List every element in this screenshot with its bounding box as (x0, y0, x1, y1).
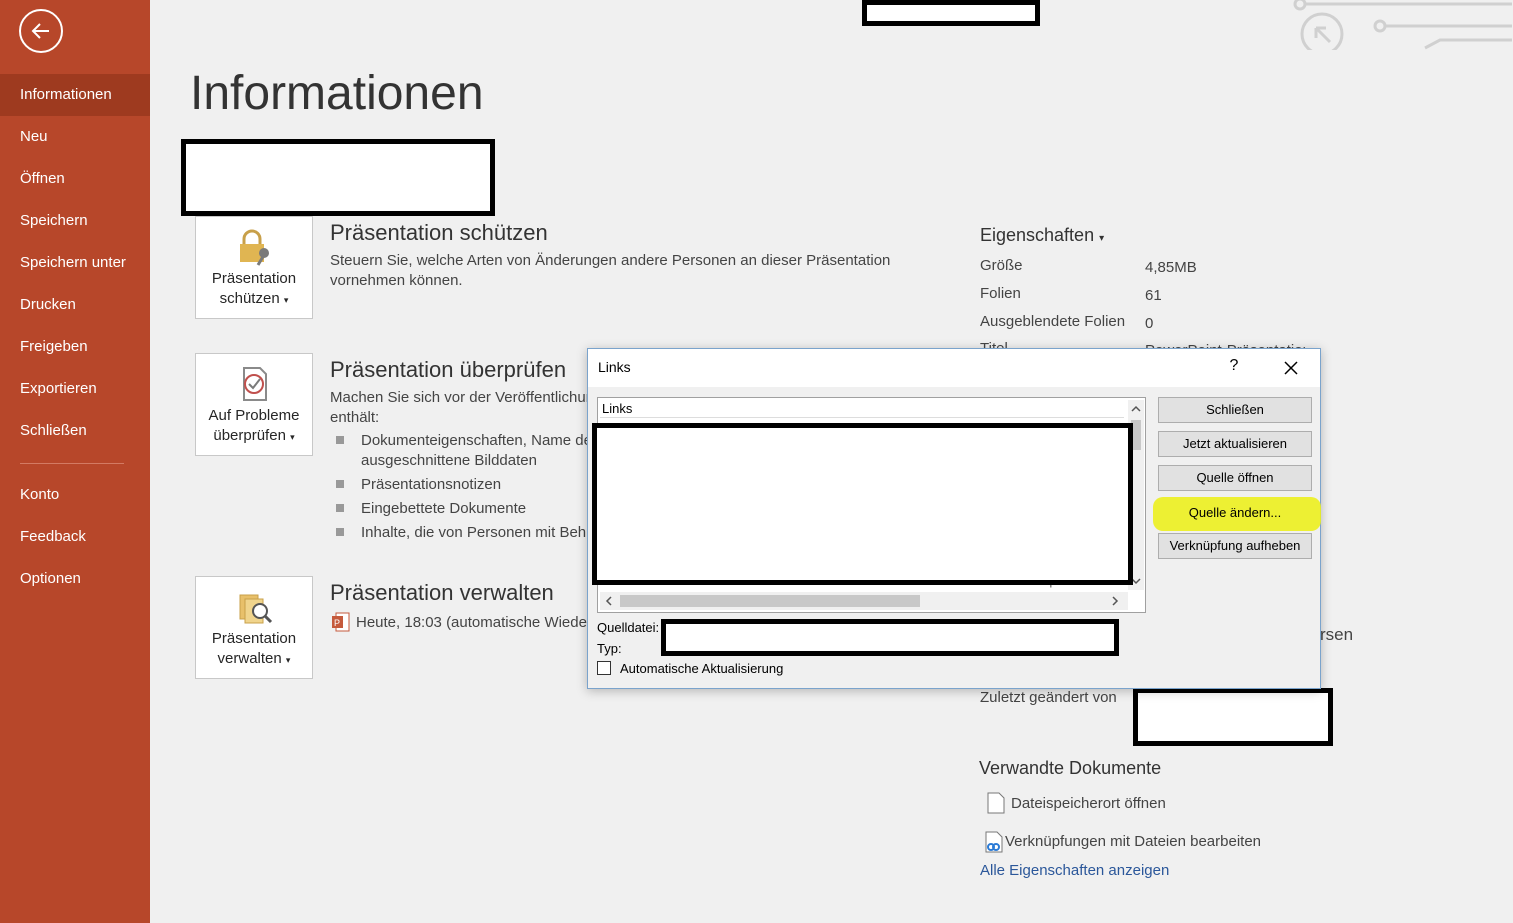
manage-section-title: Präsentation verwalten (330, 580, 554, 605)
protect-section-title: Präsentation schützen (330, 220, 548, 245)
source-file-label: Quelldatei: (597, 620, 660, 635)
inspect-bullet: ausgeschnittene Bilddaten (361, 452, 537, 469)
inspect-bullet: Dokumenteigenschaften, Name de (361, 432, 592, 449)
property-label: Zuletzt geändert von (980, 689, 1117, 706)
tile-label: überprüfen ▾ (213, 427, 295, 444)
edit-file-links-link[interactable]: Verknüpfungen mit Dateien bearbeiten (1005, 833, 1261, 850)
help-button[interactable]: ? (1224, 357, 1244, 379)
chevron-down-icon: ▾ (1099, 233, 1105, 244)
property-partial: rsen (1320, 625, 1354, 644)
manage-presentation-button[interactable]: Präsentation verwalten ▾ (195, 576, 313, 679)
related-documents-title: Verwandte Dokumente (979, 758, 1162, 778)
protect-presentation-button[interactable]: Präsentation schützen ▾ (195, 216, 313, 319)
sidebar-item-optionen[interactable]: Optionen (0, 558, 150, 600)
sidebar-item-neu[interactable]: Neu (0, 116, 150, 158)
bullet-icon (336, 480, 344, 488)
sidebar-item-drucken[interactable]: Drucken (0, 284, 150, 326)
file-icon (987, 792, 1005, 814)
list-column-header[interactable]: Links (600, 400, 1124, 418)
bullet-icon (336, 504, 344, 512)
dialog-title: Links (598, 359, 631, 375)
redacted-block (592, 423, 1133, 585)
dialog-titlebar: Links ? (588, 349, 1320, 387)
auto-update-label[interactable]: Automatische Aktualisierung (620, 661, 783, 676)
tile-label: Präsentation (211, 270, 297, 287)
change-source-button[interactable]: Quelle ändern... (1158, 501, 1312, 527)
page-title: Informationen (190, 67, 484, 120)
redacted-block (181, 139, 495, 216)
circuit-decoration-icon (1293, 0, 1512, 50)
close-button[interactable] (1278, 355, 1304, 381)
show-all-properties-link[interactable]: Alle Eigenschaften anzeigen (980, 862, 1169, 879)
tile-label: verwalten ▾ (217, 650, 291, 667)
property-label: Ausgeblendete Folien (980, 313, 1126, 330)
inspect-section-title: Präsentation überprüfen (330, 357, 567, 382)
inspect-description: enthält: (330, 409, 380, 426)
inspect-description: Machen Sie sich vor der Veröffentlichung (330, 389, 603, 406)
links-dialog: Links ? Links U:\Webstatus-Server\Websta… (587, 348, 1321, 689)
sidebar-item-schliessen[interactable]: Schließen (0, 410, 150, 452)
open-file-location-link[interactable]: Dateispeicherort öffnen (1011, 795, 1166, 812)
svg-text:P: P (334, 618, 340, 628)
sidebar-item-speichern[interactable]: Speichern (0, 200, 150, 242)
sidebar-divider (20, 463, 124, 464)
chevron-right-icon (1112, 596, 1119, 606)
chevron-down-icon: ▾ (290, 432, 295, 442)
chevron-down-icon: ▾ (285, 655, 291, 665)
redacted-block (1133, 688, 1333, 746)
manage-versions-icon (239, 594, 273, 624)
horizontal-scrollbar[interactable] (600, 592, 1128, 610)
property-value: 61 (1145, 287, 1162, 304)
chevron-down-icon: ▾ (283, 295, 289, 305)
sidebar-item-oeffnen[interactable]: Öffnen (0, 158, 150, 200)
update-now-button[interactable]: Jetzt aktualisieren (1158, 431, 1312, 457)
inspect-bullet: Präsentationsnotizen (361, 476, 502, 493)
open-source-button[interactable]: Quelle öffnen (1158, 465, 1312, 491)
arrow-left-icon (31, 23, 49, 39)
powerpoint-file-icon: P (332, 612, 350, 632)
autosave-version[interactable]: Heute, 18:03 (automatische Wieder (356, 613, 592, 633)
chevron-left-icon (605, 596, 612, 606)
link-file-icon (985, 831, 1003, 853)
check-issues-button[interactable]: Auf Probleme überprüfen ▾ (195, 353, 313, 456)
back-button[interactable] (19, 9, 63, 53)
close-dialog-button[interactable]: Schließen (1158, 397, 1312, 423)
sidebar-item-konto[interactable]: Konto (0, 474, 150, 516)
bullet-icon (336, 436, 344, 444)
inspect-bullet: Inhalte, die von Personen mit Behin (361, 524, 598, 541)
sidebar-item-speichern-unter[interactable]: Speichern unter (0, 242, 150, 284)
type-label: Typ: (597, 641, 622, 656)
properties-title[interactable]: Eigenschaften ▾ (980, 225, 1104, 246)
bullet-icon (336, 528, 344, 536)
tile-label: Präsentation (211, 630, 297, 647)
inspect-document-icon (243, 367, 267, 401)
redacted-block (862, 0, 1040, 26)
sidebar-item-exportieren[interactable]: Exportieren (0, 368, 150, 410)
lock-key-icon (240, 229, 269, 266)
sidebar-item-informationen[interactable]: Informationen (0, 74, 150, 116)
property-label: Folien (980, 285, 1021, 302)
scrollbar-thumb[interactable] (620, 595, 920, 607)
sidebar-item-feedback[interactable]: Feedback (0, 516, 150, 558)
redacted-block (661, 619, 1119, 656)
property-label: Größe (980, 257, 1023, 274)
tile-label: Auf Probleme (208, 407, 300, 424)
break-link-button[interactable]: Verknüpfung aufheben (1158, 533, 1312, 559)
property-value: 0 (1145, 315, 1154, 332)
sidebar-item-freigeben[interactable]: Freigeben (0, 326, 150, 368)
inspect-bullet: Eingebettete Dokumente (361, 500, 527, 517)
close-icon (1284, 361, 1298, 375)
auto-update-checkbox[interactable] (597, 661, 611, 675)
protect-description: Steuern Sie, welche Arten von Änderungen… (330, 252, 891, 269)
tile-label: schützen ▾ (219, 290, 289, 307)
chevron-up-icon (1131, 405, 1141, 412)
protect-description: vornehmen können. (330, 272, 463, 289)
backstage-sidebar: Informationen Neu Öffnen Speichern Speic… (0, 0, 150, 923)
property-value: 4,85MB (1145, 259, 1197, 276)
